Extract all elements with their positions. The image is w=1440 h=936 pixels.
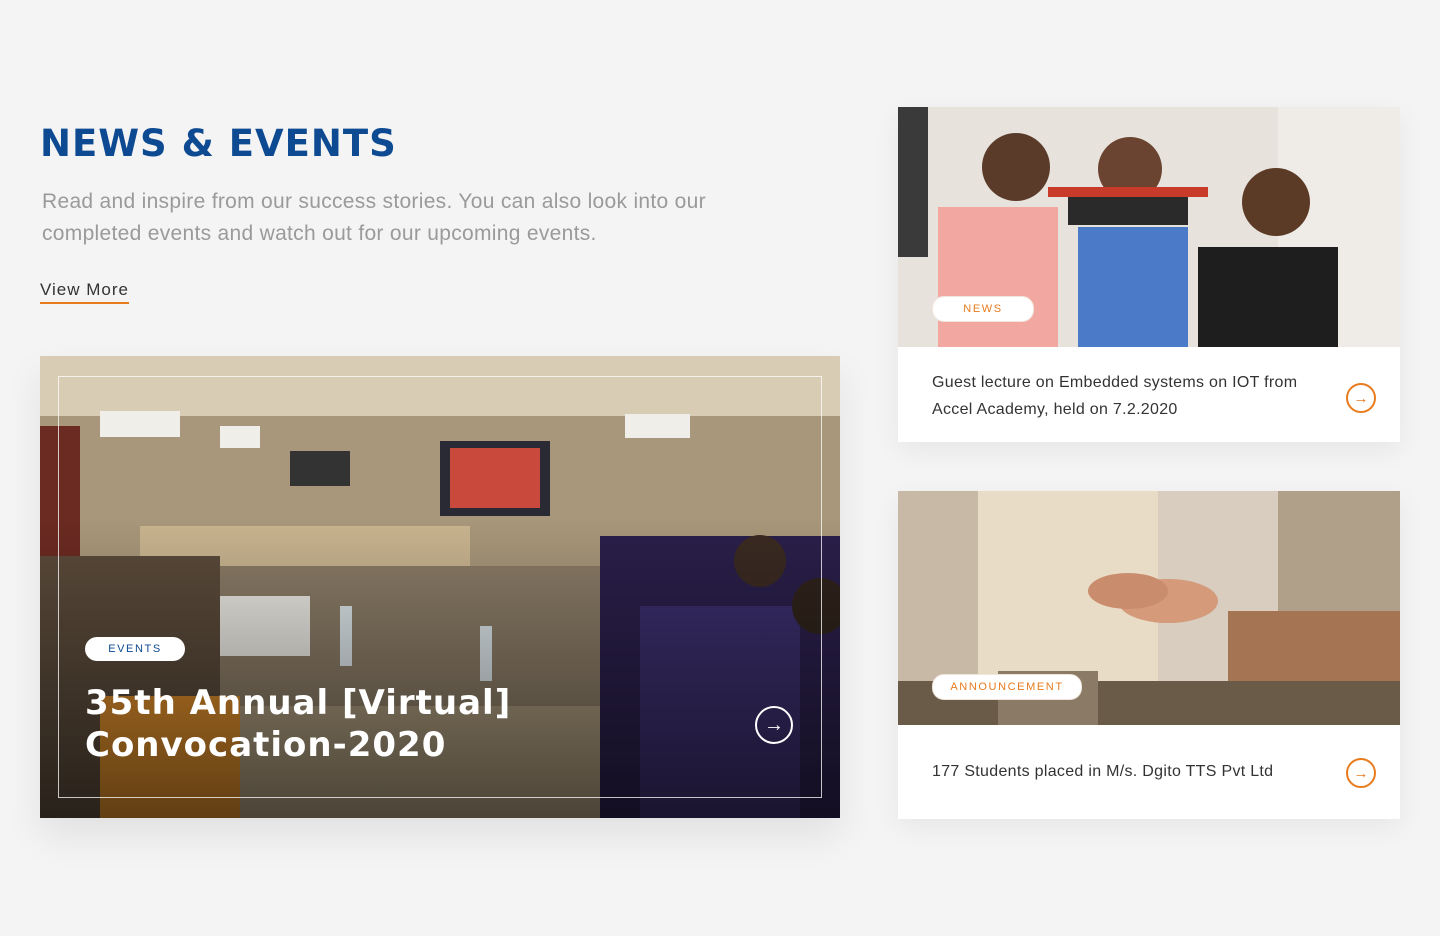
section-description: Read and inspire from our success storie… [42, 190, 706, 245]
arrow-right-circle-icon[interactable]: → [1346, 758, 1376, 788]
news-card[interactable]: NEWS Guest lecture on Embedded systems o… [898, 107, 1400, 442]
announcement-card[interactable]: ANNOUNCEMENT 177 Students placed in M/s.… [898, 491, 1400, 819]
announcement-card-text[interactable]: 177 Students placed in M/s. Dgito TTS Pv… [932, 758, 1322, 785]
view-more-link[interactable]: View More [40, 280, 129, 304]
announcement-tag: ANNOUNCEMENT [932, 674, 1082, 700]
events-tag: EVENTS [85, 637, 185, 661]
arrow-right-circle-icon[interactable]: → [755, 706, 793, 744]
section-title: NEWS & EVENTS [40, 122, 397, 165]
news-tag: NEWS [932, 296, 1034, 322]
arrow-right-circle-icon[interactable]: → [1346, 383, 1376, 413]
featured-event-card[interactable]: EVENTS 35th Annual [Virtual] Convocation… [40, 356, 840, 818]
news-card-text[interactable]: Guest lecture on Embedded systems on IOT… [932, 369, 1322, 423]
featured-event-title[interactable]: 35th Annual [Virtual] Convocation-2020 [85, 682, 685, 766]
